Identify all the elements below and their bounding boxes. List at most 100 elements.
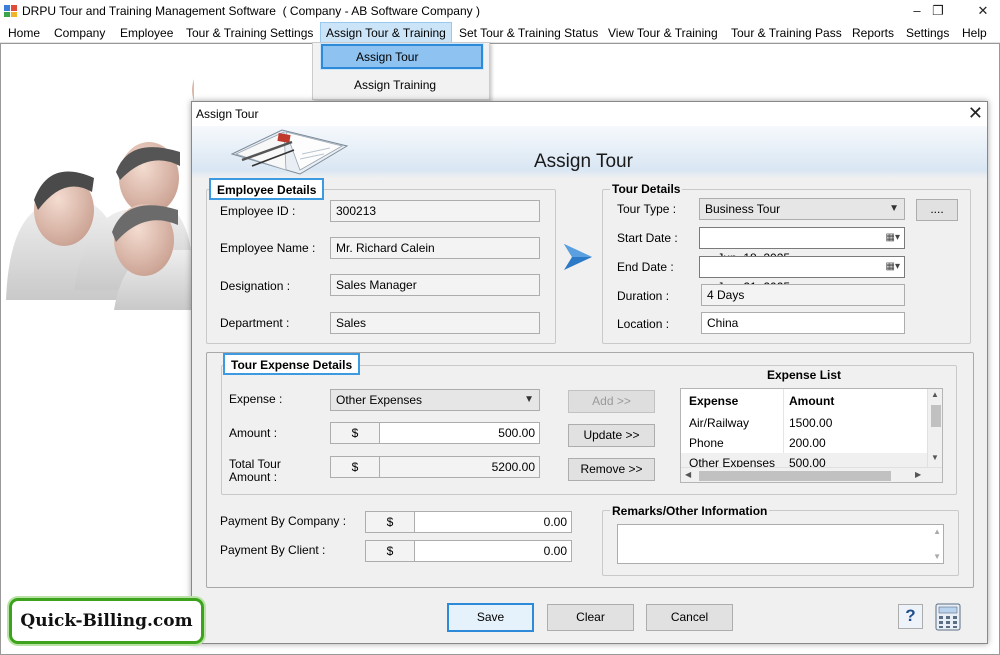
employee-id-label: Employee ID : xyxy=(220,204,296,218)
assign-dropdown-menu: Assign Tour Assign Training xyxy=(312,42,490,100)
total-amount-label-line1: Total Tour xyxy=(229,457,281,471)
menu-employee[interactable]: Employee xyxy=(120,26,173,40)
total-amount-label-line2: Amount : xyxy=(229,470,278,484)
menu-settings[interactable]: Settings xyxy=(906,26,949,40)
scroll-down-icon[interactable]: ▼ xyxy=(933,552,941,561)
tour-expense-title: Tour Expense Details xyxy=(223,353,361,375)
employee-details-title: Employee Details xyxy=(209,178,325,200)
menu-help[interactable]: Help xyxy=(962,26,987,40)
title-bar: DRPU Tour and Training Management Softwa… xyxy=(0,0,1000,22)
tour-type-browse-button[interactable]: .... xyxy=(916,199,958,221)
menu-item-assign-tour[interactable]: Assign Tour xyxy=(321,44,483,69)
expense-list-header: Expense Amount xyxy=(681,391,927,411)
header-amount[interactable]: Amount xyxy=(789,391,834,411)
employee-name-label: Employee Name : xyxy=(220,241,316,255)
menu-view[interactable]: View Tour & Training xyxy=(608,26,718,40)
expense-list-title: Expense List xyxy=(767,368,842,382)
chevron-down-icon: ▼ xyxy=(524,394,534,405)
duration-field: 4 Days xyxy=(701,284,905,306)
start-date-label: Start Date : xyxy=(617,231,678,245)
list-item[interactable]: Air/Railway 1500.00 xyxy=(681,413,927,433)
payment-client-currency: $ xyxy=(365,540,415,562)
menu-reports[interactable]: Reports xyxy=(852,26,894,40)
end-date-label: End Date : xyxy=(617,260,674,274)
dialog-close-icon[interactable]: ✕ xyxy=(968,103,983,123)
cancel-button[interactable]: Cancel xyxy=(646,604,733,631)
people-illustration xyxy=(6,79,194,310)
maximize-icon[interactable]: ❐ xyxy=(921,0,955,22)
chevron-down-icon: ▼ xyxy=(889,203,899,214)
expense-select[interactable]: Other Expenses ▼ xyxy=(330,389,540,411)
expense-amount: 200.00 xyxy=(789,436,826,450)
calendar-icon[interactable]: ▦▾ xyxy=(886,228,900,248)
remove-expense-button[interactable]: Remove >> xyxy=(568,458,655,481)
department-field[interactable]: Sales xyxy=(330,312,540,334)
scroll-up-icon[interactable]: ▲ xyxy=(933,527,941,536)
end-date-picker[interactable]: Jun 21, 2025 ▦▾ xyxy=(699,256,905,294)
notebook-icon xyxy=(230,129,349,175)
total-amount-field: 5200.00 xyxy=(379,456,540,478)
quick-billing-badge: Quick-Billing.com xyxy=(9,598,204,644)
help-icon[interactable]: ? xyxy=(898,604,923,629)
scroll-thumb[interactable] xyxy=(699,471,891,481)
dialog-title: Assign Tour xyxy=(196,107,259,121)
calculator-icon[interactable] xyxy=(935,603,961,631)
dialog-title-bar: Assign Tour ✕ xyxy=(192,102,987,126)
assign-tour-dialog: Assign Tour ✕ Assign Tour Employee Detai… xyxy=(191,101,988,644)
menu-home[interactable]: Home xyxy=(8,26,40,40)
remarks-textarea[interactable]: ▲ ▼ xyxy=(617,524,944,564)
arrow-right-icon xyxy=(564,244,592,270)
horizontal-scrollbar[interactable]: ◀ ▶ xyxy=(681,467,942,482)
location-field[interactable]: China xyxy=(701,312,905,334)
expense-amount: 1500.00 xyxy=(789,416,833,430)
scroll-left-icon[interactable]: ◀ xyxy=(685,470,691,479)
close-icon[interactable]: ✕ xyxy=(966,0,1000,22)
tour-type-select[interactable]: Business Tour ▼ xyxy=(699,198,905,220)
expense-list[interactable]: Expense Amount Air/Railway 1500.00 Phone… xyxy=(680,388,943,483)
header-expense[interactable]: Expense xyxy=(689,391,738,411)
expense-name: Air/Railway xyxy=(689,416,750,430)
menu-item-assign-training[interactable]: Assign Training xyxy=(321,74,483,99)
expense-label: Expense : xyxy=(229,392,283,406)
remarks-title: Remarks/Other Information xyxy=(610,504,770,518)
expense-name: Phone xyxy=(689,436,724,450)
save-button[interactable]: Save xyxy=(447,603,534,632)
menu-tour-training-settings[interactable]: Tour & Training Settings xyxy=(186,26,313,40)
scroll-thumb[interactable] xyxy=(931,405,941,427)
tour-details-title: Tour Details xyxy=(610,182,683,196)
app-icon xyxy=(4,5,17,17)
payment-client-label: Payment By Client : xyxy=(220,543,326,557)
scroll-up-icon[interactable]: ▲ xyxy=(931,390,939,399)
department-label: Department : xyxy=(220,316,290,330)
employee-name-field[interactable]: Mr. Richard Calein xyxy=(330,237,540,259)
dialog-heading: Assign Tour xyxy=(534,151,633,172)
menu-company[interactable]: Company xyxy=(54,26,105,40)
menu-pass[interactable]: Tour & Training Pass xyxy=(731,26,842,40)
payment-company-label: Payment By Company : xyxy=(220,514,347,528)
employee-id-field[interactable]: 300213 xyxy=(330,200,540,222)
list-item[interactable]: Phone 200.00 xyxy=(681,433,927,453)
payment-client-field[interactable]: 0.00 xyxy=(414,540,572,562)
total-currency: $ xyxy=(330,456,380,478)
app-title: DRPU Tour and Training Management Softwa… xyxy=(22,4,480,18)
menu-set-status[interactable]: Set Tour & Training Status xyxy=(459,26,598,40)
amount-field[interactable]: 500.00 xyxy=(379,422,540,444)
expense-value: Other Expenses xyxy=(336,393,423,407)
scroll-right-icon[interactable]: ▶ xyxy=(915,470,921,479)
clear-button[interactable]: Clear xyxy=(547,604,634,631)
start-date-picker[interactable]: Jun 18, 2025 ▦▾ xyxy=(699,227,905,265)
amount-label: Amount : xyxy=(229,426,278,440)
scroll-down-icon[interactable]: ▼ xyxy=(931,453,939,462)
location-label: Location : xyxy=(617,317,670,331)
add-expense-button[interactable]: Add >> xyxy=(568,390,655,413)
payment-company-field[interactable]: 0.00 xyxy=(414,511,572,533)
update-expense-button[interactable]: Update >> xyxy=(568,424,655,447)
designation-label: Designation : xyxy=(220,279,291,293)
amount-currency: $ xyxy=(330,422,380,444)
menu-assign-tour-training[interactable]: Assign Tour & Training xyxy=(326,26,446,40)
vertical-scrollbar[interactable]: ▲ ▼ xyxy=(927,389,942,467)
calendar-icon[interactable]: ▦▾ xyxy=(886,257,900,277)
designation-field[interactable]: Sales Manager xyxy=(330,274,540,296)
tour-type-label: Tour Type : xyxy=(617,202,677,216)
duration-label: Duration : xyxy=(617,289,670,303)
